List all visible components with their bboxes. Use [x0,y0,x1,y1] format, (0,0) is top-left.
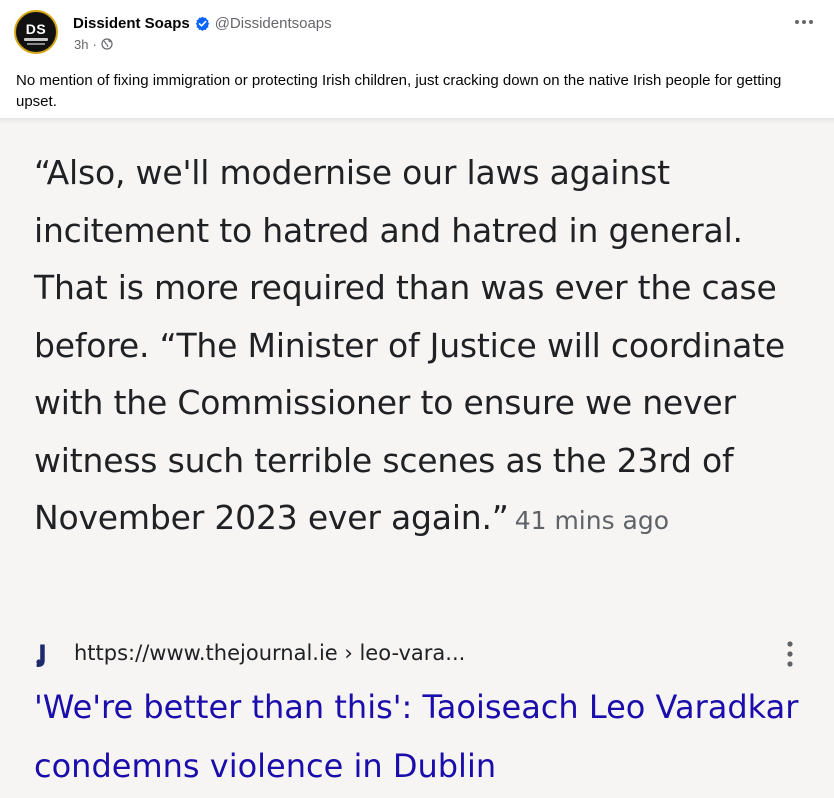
more-options-icon [795,20,813,24]
image-top-edge [0,118,834,124]
author-name[interactable]: Dissident Soaps [73,15,190,32]
facebook-post: DS Dissident Soaps @Dissidentsoaps 3h · [0,0,834,798]
meta-separator: · [92,36,97,52]
post-image[interactable]: “Also, we'll modernise our laws against … [0,118,834,798]
verified-badge-icon [195,16,209,31]
post-meta: 3h · [74,35,113,53]
post-caption: No mention of fixing immigration or prot… [16,72,782,110]
author-row: Dissident Soaps @Dissidentsoaps [73,12,332,34]
vertical-dots-icon[interactable] [780,636,800,672]
author-handle[interactable]: @Dissidentsoaps [215,15,332,32]
quote-timestamp: 41 mins ago [514,506,670,535]
quote-block: “Also, we'll modernise our laws against … [34,144,814,550]
post-timestamp[interactable]: 3h [74,37,88,52]
globe-icon [101,38,113,50]
author-avatar[interactable]: DS [14,10,58,54]
avatar-logo-bar [24,38,48,41]
result-url[interactable]: https://www.thejournal.ie › leo-vara... [74,641,465,665]
quote-text: “Also, we'll modernise our laws against … [34,153,785,537]
thejournal-site-icon: J [36,640,47,668]
result-title-link[interactable]: 'We're better than this': Taoiseach Leo … [34,678,814,796]
more-options-button[interactable] [792,12,816,32]
avatar-logo-underline [27,43,45,45]
search-result-source: J https://www.thejournal.ie › leo-vara..… [34,636,814,670]
post-header: DS Dissident Soaps @Dissidentsoaps 3h · [0,0,834,66]
avatar-initials: DS [25,21,47,37]
